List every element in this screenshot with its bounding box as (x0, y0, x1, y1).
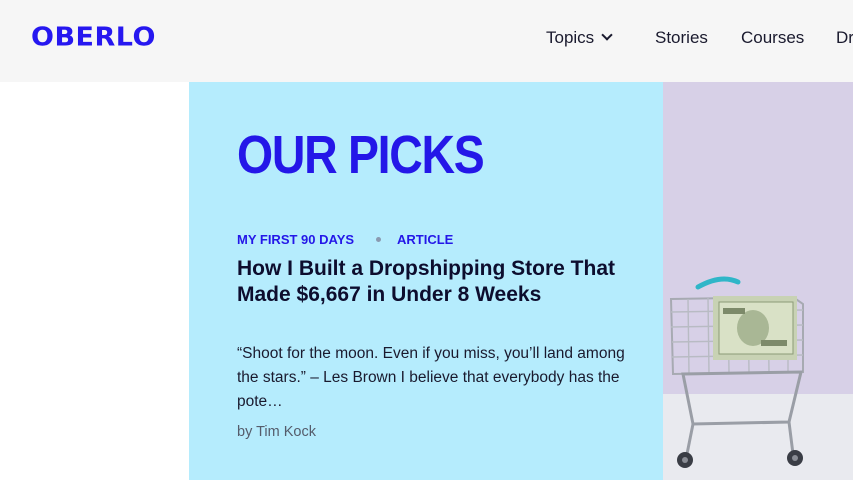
category-link[interactable]: MY FIRST 90 DAYS (237, 232, 354, 248)
nav-topics[interactable]: Topics (546, 27, 613, 49)
site-header: OBERLO Topics Stories Courses Dr (0, 0, 853, 82)
article-byline: by Tim Kock (237, 424, 316, 440)
oberlo-logo[interactable]: OBERLO (31, 22, 156, 54)
nav-topics-label: Topics (546, 28, 595, 47)
shopping-cart-icon (669, 276, 804, 468)
hero-image[interactable] (663, 82, 853, 480)
type-link[interactable]: ARTICLE (397, 232, 453, 248)
article-excerpt: “Shoot for the moon. Even if you miss, y… (237, 345, 625, 410)
nav-courses[interactable]: Courses (741, 27, 804, 49)
separator-dot (376, 237, 381, 242)
nav-dropshipping[interactable]: Dr (836, 27, 853, 49)
chevron-down-icon (601, 29, 613, 41)
nav-stories[interactable]: Stories (655, 27, 708, 49)
section-heading: OUR PICKS (237, 125, 485, 185)
article-title[interactable]: How I Built a Dropshipping Store That Ma… (237, 256, 637, 308)
